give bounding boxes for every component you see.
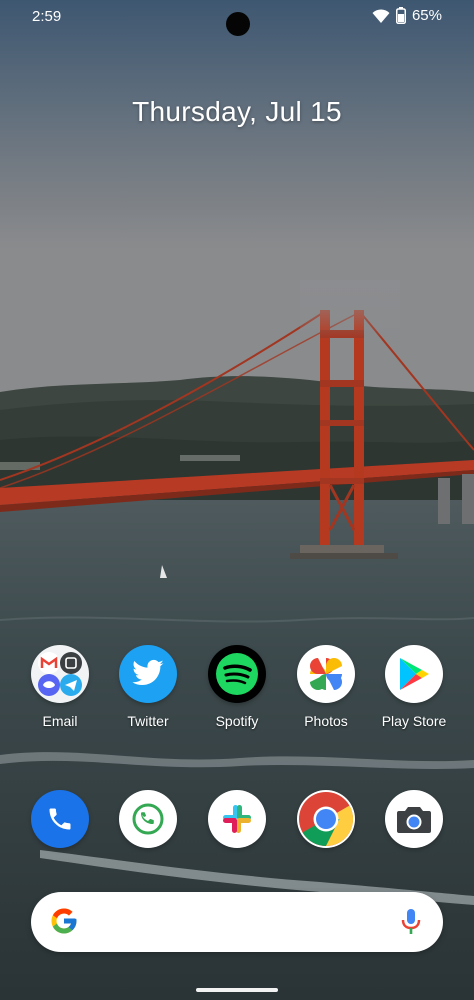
- app-spotify[interactable]: Spotify: [187, 645, 287, 729]
- app-play-store[interactable]: Play Store: [364, 645, 464, 729]
- phone-icon[interactable]: [31, 790, 89, 848]
- dock-call-app[interactable]: [98, 790, 198, 848]
- status-time: 2:59: [32, 8, 62, 25]
- play-store-icon[interactable]: [385, 645, 443, 703]
- app-email[interactable]: Email: [10, 645, 110, 729]
- dock-phone[interactable]: [10, 790, 110, 848]
- microphone-icon[interactable]: [401, 908, 421, 941]
- status-bar: 2:59 65%: [0, 0, 474, 36]
- app-photos[interactable]: Photos: [276, 645, 376, 729]
- battery-icon: [395, 7, 406, 24]
- date-widget[interactable]: Thursday, Jul 15: [0, 96, 474, 128]
- google-photos-icon[interactable]: [297, 645, 355, 703]
- battery-percent: 65%: [411, 7, 442, 24]
- chrome-icon[interactable]: [297, 790, 355, 848]
- spotify-icon[interactable]: [208, 645, 266, 703]
- app-label: Play Store: [381, 713, 447, 729]
- phone-call-icon[interactable]: [119, 790, 177, 848]
- camera-icon[interactable]: [385, 790, 443, 848]
- google-search-bar[interactable]: [31, 892, 443, 952]
- app-label: Spotify: [215, 713, 259, 729]
- navigation-handle[interactable]: [196, 988, 278, 992]
- app-label: Photos: [304, 713, 348, 729]
- status-icons: 65%: [372, 7, 442, 24]
- app-label: Twitter: [127, 713, 169, 729]
- app-twitter[interactable]: Twitter: [98, 645, 198, 729]
- slack-icon[interactable]: [208, 790, 266, 848]
- camera-cutout: [226, 12, 250, 36]
- email-folder-icon[interactable]: [31, 645, 89, 703]
- wifi-icon: [372, 8, 390, 24]
- dock-chrome[interactable]: [276, 790, 376, 848]
- google-g-icon[interactable]: [49, 906, 79, 941]
- dock-slack[interactable]: [187, 790, 287, 848]
- app-label: Email: [42, 713, 78, 729]
- app-row: Email Twitter Spotify Photos Play Store: [0, 645, 474, 745]
- dock-camera[interactable]: [364, 790, 464, 848]
- dock: [0, 790, 474, 890]
- twitter-icon[interactable]: [119, 645, 177, 703]
